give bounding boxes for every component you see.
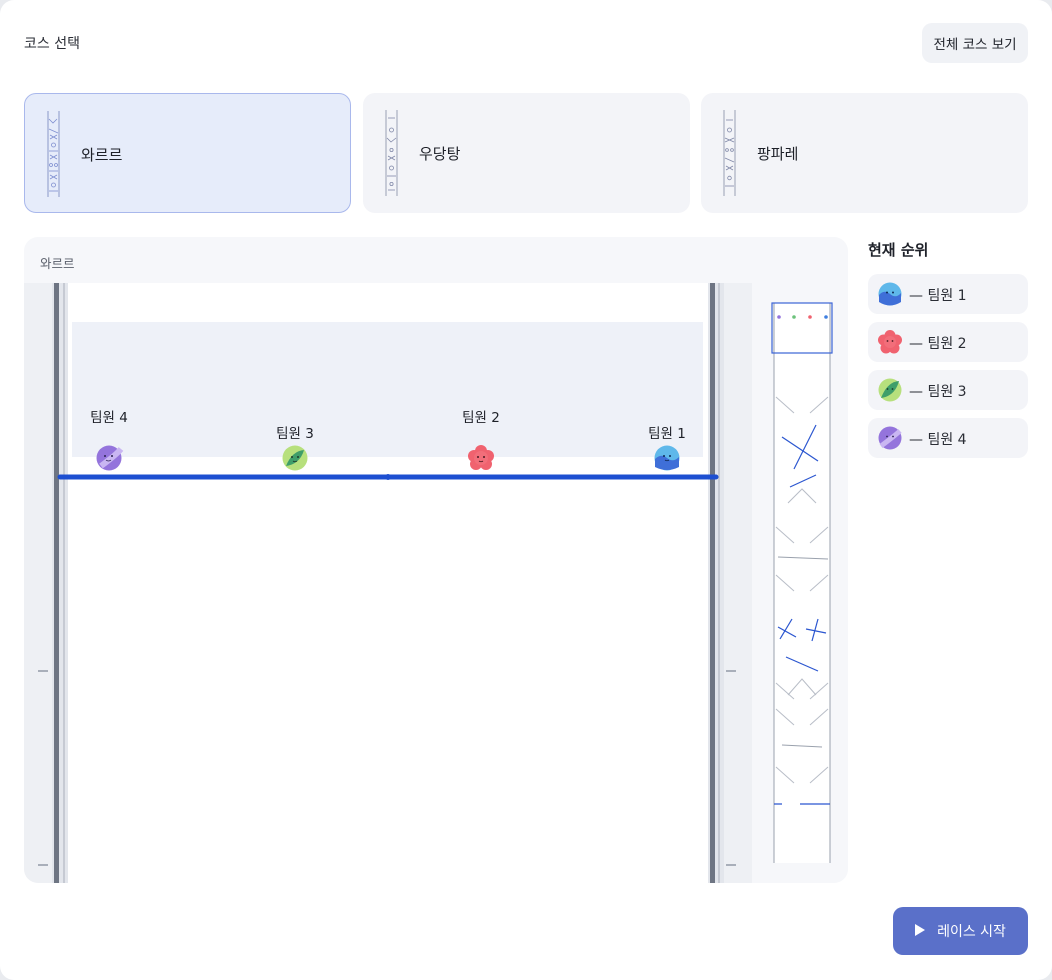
course-thumbnail-icon	[47, 111, 60, 197]
purple-marble-icon	[878, 426, 902, 450]
pink-flower-marble-icon	[878, 330, 902, 354]
ranking-title: 현재 순위	[868, 241, 929, 259]
start-race-button[interactable]: 레이스 시작	[893, 907, 1028, 955]
player-label: 팀원 3	[276, 426, 314, 442]
course-card-wararu[interactable]: 와르르	[24, 93, 351, 213]
player-label: 팀원 4	[90, 410, 128, 426]
player-label: 팀원 1	[648, 426, 686, 442]
start-race-label: 레이스 시작	[937, 924, 1006, 940]
green-leaf-marble-icon	[878, 378, 902, 402]
player-label: 팀원 2	[462, 410, 500, 426]
ranking-text: — 팀원 1	[909, 288, 967, 304]
blue-wave-marble-icon	[654, 445, 680, 471]
course-thumbnail-icon	[385, 110, 398, 196]
course-thumbnail-icon	[723, 110, 736, 196]
course-name: 와르르	[81, 146, 123, 164]
purple-marble-icon	[96, 445, 124, 471]
ranking-text: — 팀원 4	[909, 432, 967, 448]
ranking-item: — 팀원 4	[868, 418, 1028, 458]
ranking-text: — 팀원 2	[909, 336, 967, 352]
ranking-item: — 팀원 2	[868, 322, 1028, 362]
ranking-text: — 팀원 3	[909, 384, 967, 400]
app-window: 코스 선택 전체 코스 보기 와르르 우당탕 팡파레 와르르 팀원 4 팀원 3…	[0, 0, 1052, 980]
view-all-courses-button[interactable]: 전체 코스 보기	[922, 23, 1028, 63]
course-minimap	[752, 283, 848, 883]
blue-wave-marble-icon	[878, 282, 902, 306]
ranking-item: — 팀원 1	[868, 274, 1028, 314]
stage-title: 와르르	[40, 256, 75, 271]
race-stage: 와르르 팀원 4 팀원 3 팀원 2 팀원 1	[24, 237, 848, 883]
course-name: 팡파레	[757, 145, 799, 163]
race-track: 팀원 4 팀원 3 팀원 2 팀원 1	[24, 283, 752, 883]
play-icon	[915, 924, 926, 936]
green-leaf-marble-icon	[282, 445, 308, 471]
course-name: 우당탕	[419, 145, 461, 163]
ranking-item: — 팀원 3	[868, 370, 1028, 410]
course-card-pangpare[interactable]: 팡파레	[701, 93, 1028, 213]
course-card-udangtang[interactable]: 우당탕	[363, 93, 690, 213]
course-select-label: 코스 선택	[24, 36, 80, 52]
